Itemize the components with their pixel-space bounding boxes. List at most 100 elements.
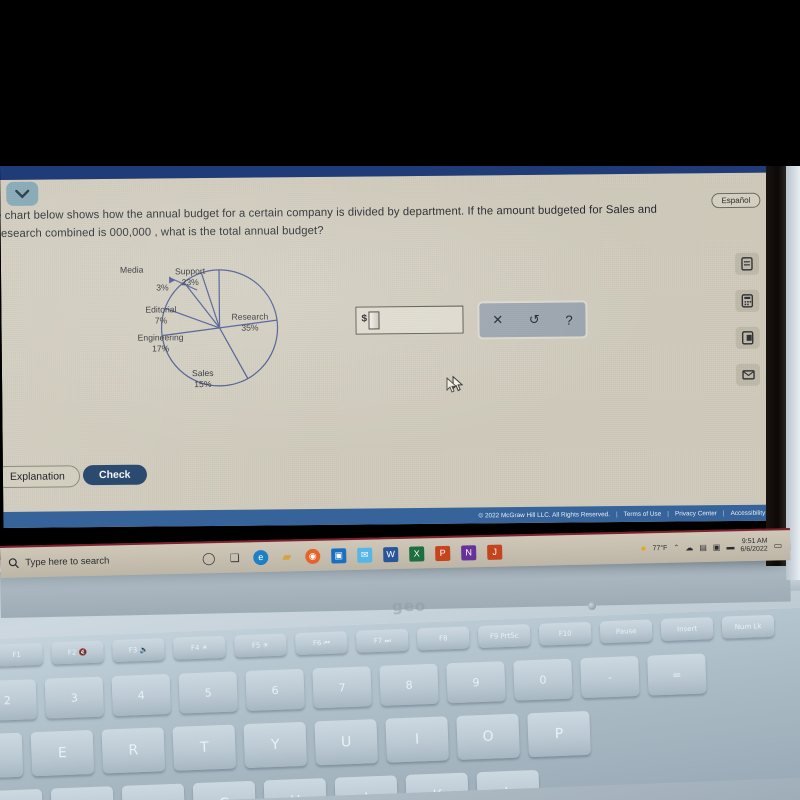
privacy-center-link[interactable]: Privacy Center [675, 510, 717, 517]
clock-time: 9:51 AM [741, 537, 768, 546]
key-f10[interactable]: F10 [538, 621, 592, 646]
key-6[interactable]: 6 [245, 668, 305, 712]
pie-label-media-value: 3% [156, 282, 169, 293]
file-explorer-icon[interactable]: ▰ [279, 549, 294, 564]
onenote-icon[interactable]: N [461, 544, 477, 561]
explanation-button[interactable]: Explanation [0, 465, 80, 489]
mouse-pointer-overlay-icon [446, 376, 458, 398]
key-r[interactable]: R [101, 727, 166, 774]
volume-icon[interactable]: ▣ [713, 542, 721, 551]
footer-separator-3: | [722, 509, 725, 517]
key-9[interactable]: 9 [446, 661, 506, 704]
key-u[interactable]: U [314, 719, 379, 766]
taskbar-search[interactable]: Type here to search [0, 553, 193, 568]
page-footer: © 2022 McGraw Hill LLC. All Rights Reser… [3, 504, 776, 528]
formula-card-icon[interactable] [735, 326, 760, 349]
undo-button[interactable]: ↺ [529, 312, 540, 328]
powerpoint-icon[interactable]: P [435, 545, 451, 561]
key-7[interactable]: 7 [312, 666, 372, 709]
text-caret [368, 311, 380, 330]
key-8[interactable]: 8 [379, 663, 439, 706]
key-f[interactable]: F [121, 783, 186, 800]
key-0[interactable]: 0 [513, 658, 573, 701]
action-bar: Explanation Check [0, 459, 775, 498]
key-d[interactable]: D [50, 786, 115, 800]
task-view-icon[interactable]: ❏ [227, 550, 242, 565]
pie-label-editorial: Editorial 7% [145, 304, 177, 326]
key-f9[interactable]: F9 PrtSc [477, 624, 531, 649]
key-f12[interactable]: Insert [660, 617, 714, 642]
excel-icon[interactable]: X [409, 545, 425, 562]
keyboard-qwerty-row[interactable]: W E R T Y U I O P [0, 710, 591, 780]
key-y[interactable]: Y [243, 721, 308, 769]
pie-label-sales: Sales 15% [191, 367, 214, 389]
tray-expand-icon[interactable]: ⌃ [673, 544, 679, 552]
key-f6[interactable]: F6 ⏮ [294, 631, 348, 656]
mail-icon[interactable]: ✉ [357, 547, 373, 563]
espanol-button[interactable]: Español [711, 192, 761, 209]
key-f1[interactable]: F1 [0, 642, 44, 667]
key-g[interactable]: G [192, 780, 257, 800]
pie-divider-support-start [218, 269, 221, 328]
key-p[interactable]: P [527, 710, 591, 758]
key-4[interactable]: 4 [111, 673, 171, 717]
laptop-right-edge [786, 150, 800, 580]
clear-button[interactable]: ✕ [492, 312, 503, 328]
key-3[interactable]: 3 [44, 676, 105, 719]
key-t[interactable]: T [172, 724, 237, 771]
answer-toolbar[interactable]: ✕ ↺ ? [477, 300, 588, 340]
answer-input[interactable]: $ [355, 305, 464, 335]
search-icon [8, 557, 19, 568]
reference-sheet-icon[interactable] [734, 252, 760, 275]
key-s[interactable]: S [0, 788, 44, 800]
key-f7[interactable]: F7 ⏭ [355, 628, 409, 653]
terms-of-use-link[interactable]: Terms of Use [624, 510, 662, 517]
footer-separator-1: | [615, 510, 618, 518]
word-icon[interactable]: W [383, 546, 399, 562]
taskbar-clock[interactable]: 9:51 AM 6/6/2022 [740, 538, 768, 555]
calculator-icon[interactable] [735, 289, 760, 312]
edge-icon[interactable]: e [253, 549, 269, 565]
laptop-screen: Español ie chart below shows how the ann… [0, 158, 776, 568]
key-e[interactable]: E [30, 729, 95, 777]
key-5[interactable]: 5 [178, 671, 238, 714]
key-o[interactable]: O [456, 713, 520, 760]
keyboard-number-row[interactable]: 2 3 4 5 6 7 8 9 0 - = [0, 653, 707, 722]
check-button[interactable]: Check [82, 464, 147, 486]
notification-icon[interactable]: ▭ [774, 540, 783, 551]
photo-letterbox-top [0, 0, 800, 166]
key-minus[interactable]: - [580, 655, 640, 699]
currency-symbol: $ [361, 313, 368, 325]
deck-sensor-dot [588, 602, 596, 610]
accessibility-link[interactable]: Accessibility [731, 509, 766, 516]
key-f5[interactable]: F5 ☀ [234, 633, 287, 658]
key-f4[interactable]: F4 ☀ [173, 635, 226, 660]
help-button[interactable]: ? [565, 312, 572, 327]
footer-separator-2: | [667, 510, 669, 518]
battery-icon[interactable]: ▬ [726, 542, 734, 551]
pie-divider-research-sales [219, 327, 249, 379]
key-2[interactable]: 2 [0, 679, 38, 722]
taskbar-apps[interactable]: ◯ ❏ e ▰ ◉ ▣ ✉ W X P N J [193, 544, 503, 566]
key-equals[interactable]: = [647, 653, 707, 696]
pie-chart-svg [160, 269, 279, 387]
laptop-keyboard[interactable]: F1 F2 🔇 F3 🔉 F4 ☀ F5 ☀ F6 ⏮ F7 ⏭ F8 F9 P… [0, 605, 800, 800]
microsoft-store-icon[interactable]: ▣ [331, 547, 347, 563]
cloud-icon[interactable]: ☁ [685, 543, 693, 552]
system-tray[interactable]: ● 77°F ⌃ ☁ ▤ ▣ ▬ 9:51 AM 6/6/2022 ▭ [640, 537, 790, 556]
key-f3[interactable]: F3 🔉 [112, 638, 165, 663]
key-f8[interactable]: F8 [416, 626, 470, 651]
cortana-icon[interactable]: ◯ [201, 551, 216, 566]
key-i[interactable]: I [385, 716, 449, 763]
office-icon[interactable]: J [487, 544, 503, 560]
key-f11[interactable]: Pause [599, 619, 653, 644]
message-icon[interactable] [735, 363, 761, 386]
tool-rail[interactable] [734, 252, 762, 386]
pie-label-support: Support 23% [174, 266, 206, 287]
chevron-down-icon[interactable] [6, 181, 39, 206]
network-icon[interactable]: ▤ [699, 542, 707, 551]
firefox-icon[interactable]: ◉ [305, 548, 321, 564]
key-w[interactable]: W [0, 732, 24, 780]
key-numlock[interactable]: Num Lk [721, 614, 775, 639]
key-f2[interactable]: F2 🔇 [51, 640, 104, 665]
